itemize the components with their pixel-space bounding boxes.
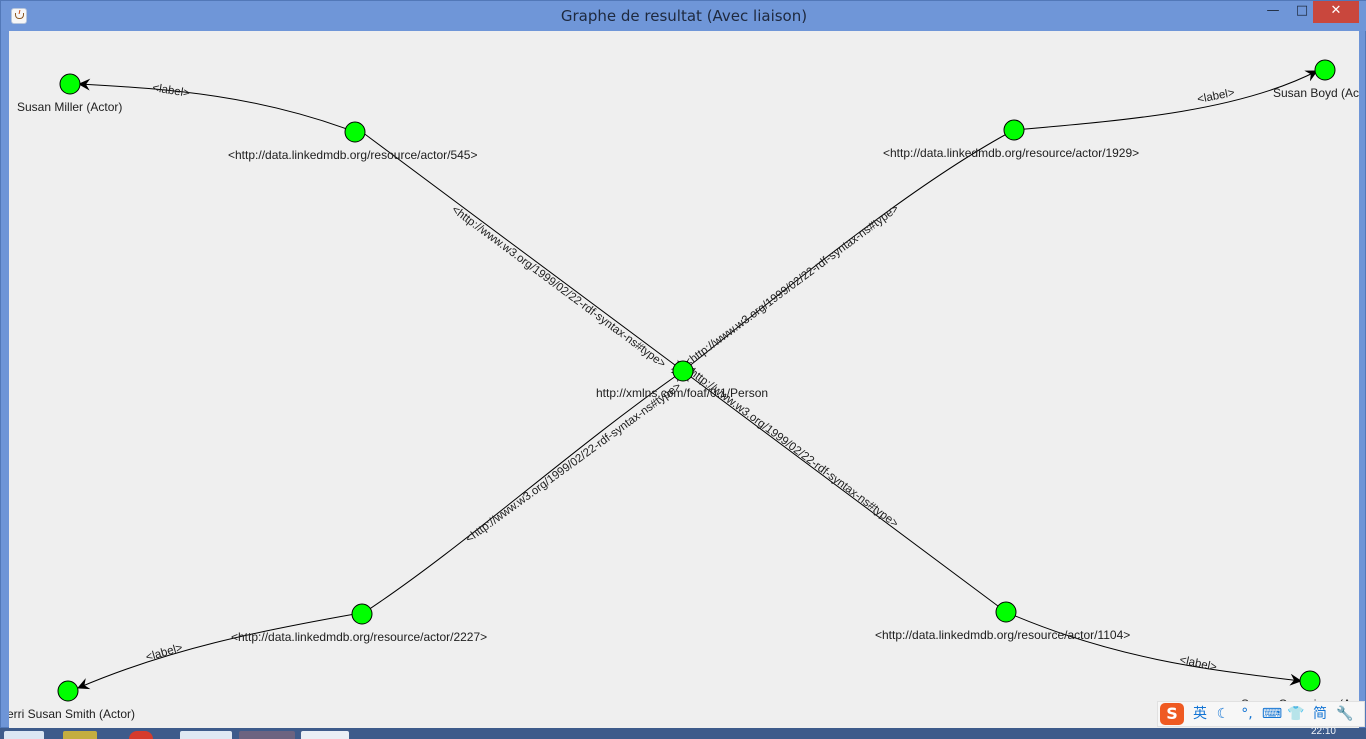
node-label-actor545: <http://data.linkedmdb.org/resource/acto… xyxy=(228,148,478,162)
node-label-actor1104: <http://data.linkedmdb.org/resource/acto… xyxy=(875,628,1130,642)
edge-actor1104-cummings xyxy=(1005,611,1302,686)
node-actor1104[interactable] xyxy=(995,601,1017,623)
start-button[interactable] xyxy=(4,731,44,739)
node-label-person: http://xmlns.com/foaf/0.1/Person xyxy=(596,386,768,400)
node-label-miller: Susan Miller (Actor) xyxy=(17,100,122,114)
graph-canvas[interactable]: <http://www.w3.org/1999/02/22-rdf-syntax… xyxy=(9,31,1359,729)
close-button[interactable]: ✕ xyxy=(1313,1,1359,23)
edge-actor1929-boyd xyxy=(1013,70,1318,131)
edge-label-label1104: <label> xyxy=(1178,654,1218,674)
ime-language-toggle[interactable]: 英 xyxy=(1189,704,1211,724)
node-label-actor2227: <http://data.linkedmdb.org/resource/acto… xyxy=(231,630,487,644)
file-explorer-taskbar-button[interactable] xyxy=(63,731,97,739)
maximize-button[interactable]: □ xyxy=(1288,1,1316,23)
browser-taskbar-button[interactable] xyxy=(129,731,153,739)
node-cummings[interactable] xyxy=(1299,670,1321,692)
node-label-boyd: Susan Boyd (Ac xyxy=(1273,86,1359,100)
system-clock[interactable]: 22:10 xyxy=(1311,728,1336,737)
node-person[interactable] xyxy=(672,360,694,382)
edge-actor2227-smith xyxy=(77,613,356,690)
node-miller[interactable] xyxy=(59,73,81,95)
title-bar[interactable]: Graphe de resultat (Avec liaison) — □ ✕ xyxy=(1,1,1366,31)
graph-svg: <http://www.w3.org/1999/02/22-rdf-syntax… xyxy=(9,59,1359,721)
edge-label-type2227: <http://www.w3.org/1999/02/22-rdf-syntax… xyxy=(464,380,684,545)
node-label-smith: erri Susan Smith (Actor) xyxy=(9,707,135,721)
java-taskbar-button[interactable] xyxy=(301,731,349,739)
application-window: Graphe de resultat (Avec liaison) — □ ✕ xyxy=(0,0,1366,729)
node-boyd[interactable] xyxy=(1314,59,1336,81)
node-label-actor1929: <http://data.linkedmdb.org/resource/acto… xyxy=(883,146,1139,160)
node-actor545[interactable] xyxy=(344,121,366,143)
ime-toolbar[interactable]: S 英 ☾ °, ⌨ 👕 简 🔧 xyxy=(1157,701,1365,727)
minimize-button[interactable]: — xyxy=(1259,1,1287,23)
node-smith[interactable] xyxy=(57,680,79,702)
edge-label-label2227: <label> xyxy=(145,642,185,664)
node-labels: Susan Miller (Actor) <http://data.linked… xyxy=(9,86,1359,721)
punctuation-icon[interactable]: °, xyxy=(1236,704,1258,724)
skin-icon[interactable]: 👕 xyxy=(1285,704,1307,724)
node-actor1929[interactable] xyxy=(1003,119,1025,141)
keyboard-icon[interactable]: ⌨ xyxy=(1261,704,1283,724)
edge-label-type1929: <http://www.w3.org/1999/02/22-rdf-syntax… xyxy=(683,203,902,370)
moon-icon[interactable]: ☾ xyxy=(1214,704,1232,724)
edge-label-label545: <label> xyxy=(152,82,191,100)
edge-label-label1929: <label> xyxy=(1196,87,1236,106)
edge-label-type545: <http://www.w3.org/1999/02/22-rdf-syntax… xyxy=(449,204,668,371)
window-title: Graphe de resultat (Avec liaison) xyxy=(560,7,808,25)
simplified-chinese-toggle[interactable]: 简 xyxy=(1309,704,1331,724)
application-taskbar-button[interactable] xyxy=(239,731,295,739)
chrome-taskbar-button[interactable] xyxy=(180,731,232,739)
taskbar: 22:10 xyxy=(0,728,1366,739)
sogou-ime-icon[interactable]: S xyxy=(1160,703,1184,725)
wrench-icon[interactable]: 🔧 xyxy=(1334,704,1356,724)
node-actor2227[interactable] xyxy=(351,603,373,625)
